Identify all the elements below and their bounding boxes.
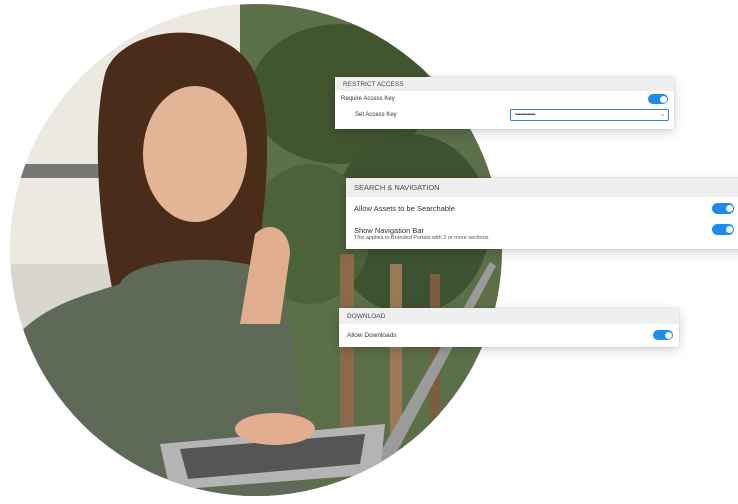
chevron-down-icon: ⌄ [659, 111, 666, 118]
require-access-key-row: Require Access Key [335, 91, 674, 107]
set-access-key-row: Set Access Key •••••••••••••••• ⌄ [335, 107, 674, 123]
search-navigation-header: SEARCH & NAVIGATION [346, 178, 738, 197]
allow-downloads-row: Allow Downloads [339, 324, 679, 346]
allow-searchable-toggle[interactable] [712, 203, 734, 214]
allow-downloads-label: Allow Downloads [347, 331, 397, 339]
set-access-key-label: Set Access Key [355, 112, 397, 118]
access-key-select[interactable]: •••••••••••••••• ⌄ [510, 109, 669, 121]
restrict-access-header: RESTRICT ACCESS [335, 77, 674, 91]
download-panel: DOWNLOAD Allow Downloads [339, 308, 679, 347]
search-navigation-panel: SEARCH & NAVIGATION Allow Assets to be S… [346, 178, 738, 249]
download-header: DOWNLOAD [339, 308, 679, 324]
show-navigation-row: Show Navigation Bar This applies to Bran… [346, 219, 738, 247]
show-navigation-label: Show Navigation Bar [354, 225, 425, 235]
require-access-key-toggle[interactable] [648, 94, 668, 104]
show-navigation-note: This applies to Branded Portals with 2 o… [354, 234, 489, 241]
access-key-value: •••••••••••••••• [515, 112, 536, 118]
show-navigation-toggle[interactable] [712, 224, 734, 235]
allow-searchable-row: Allow Assets to be Searchable [346, 197, 738, 219]
restrict-access-panel: RESTRICT ACCESS Require Access Key Set A… [335, 77, 674, 129]
allow-downloads-toggle[interactable] [653, 330, 673, 340]
allow-searchable-label: Allow Assets to be Searchable [354, 203, 455, 213]
require-access-key-label: Require Access Key [341, 96, 395, 102]
